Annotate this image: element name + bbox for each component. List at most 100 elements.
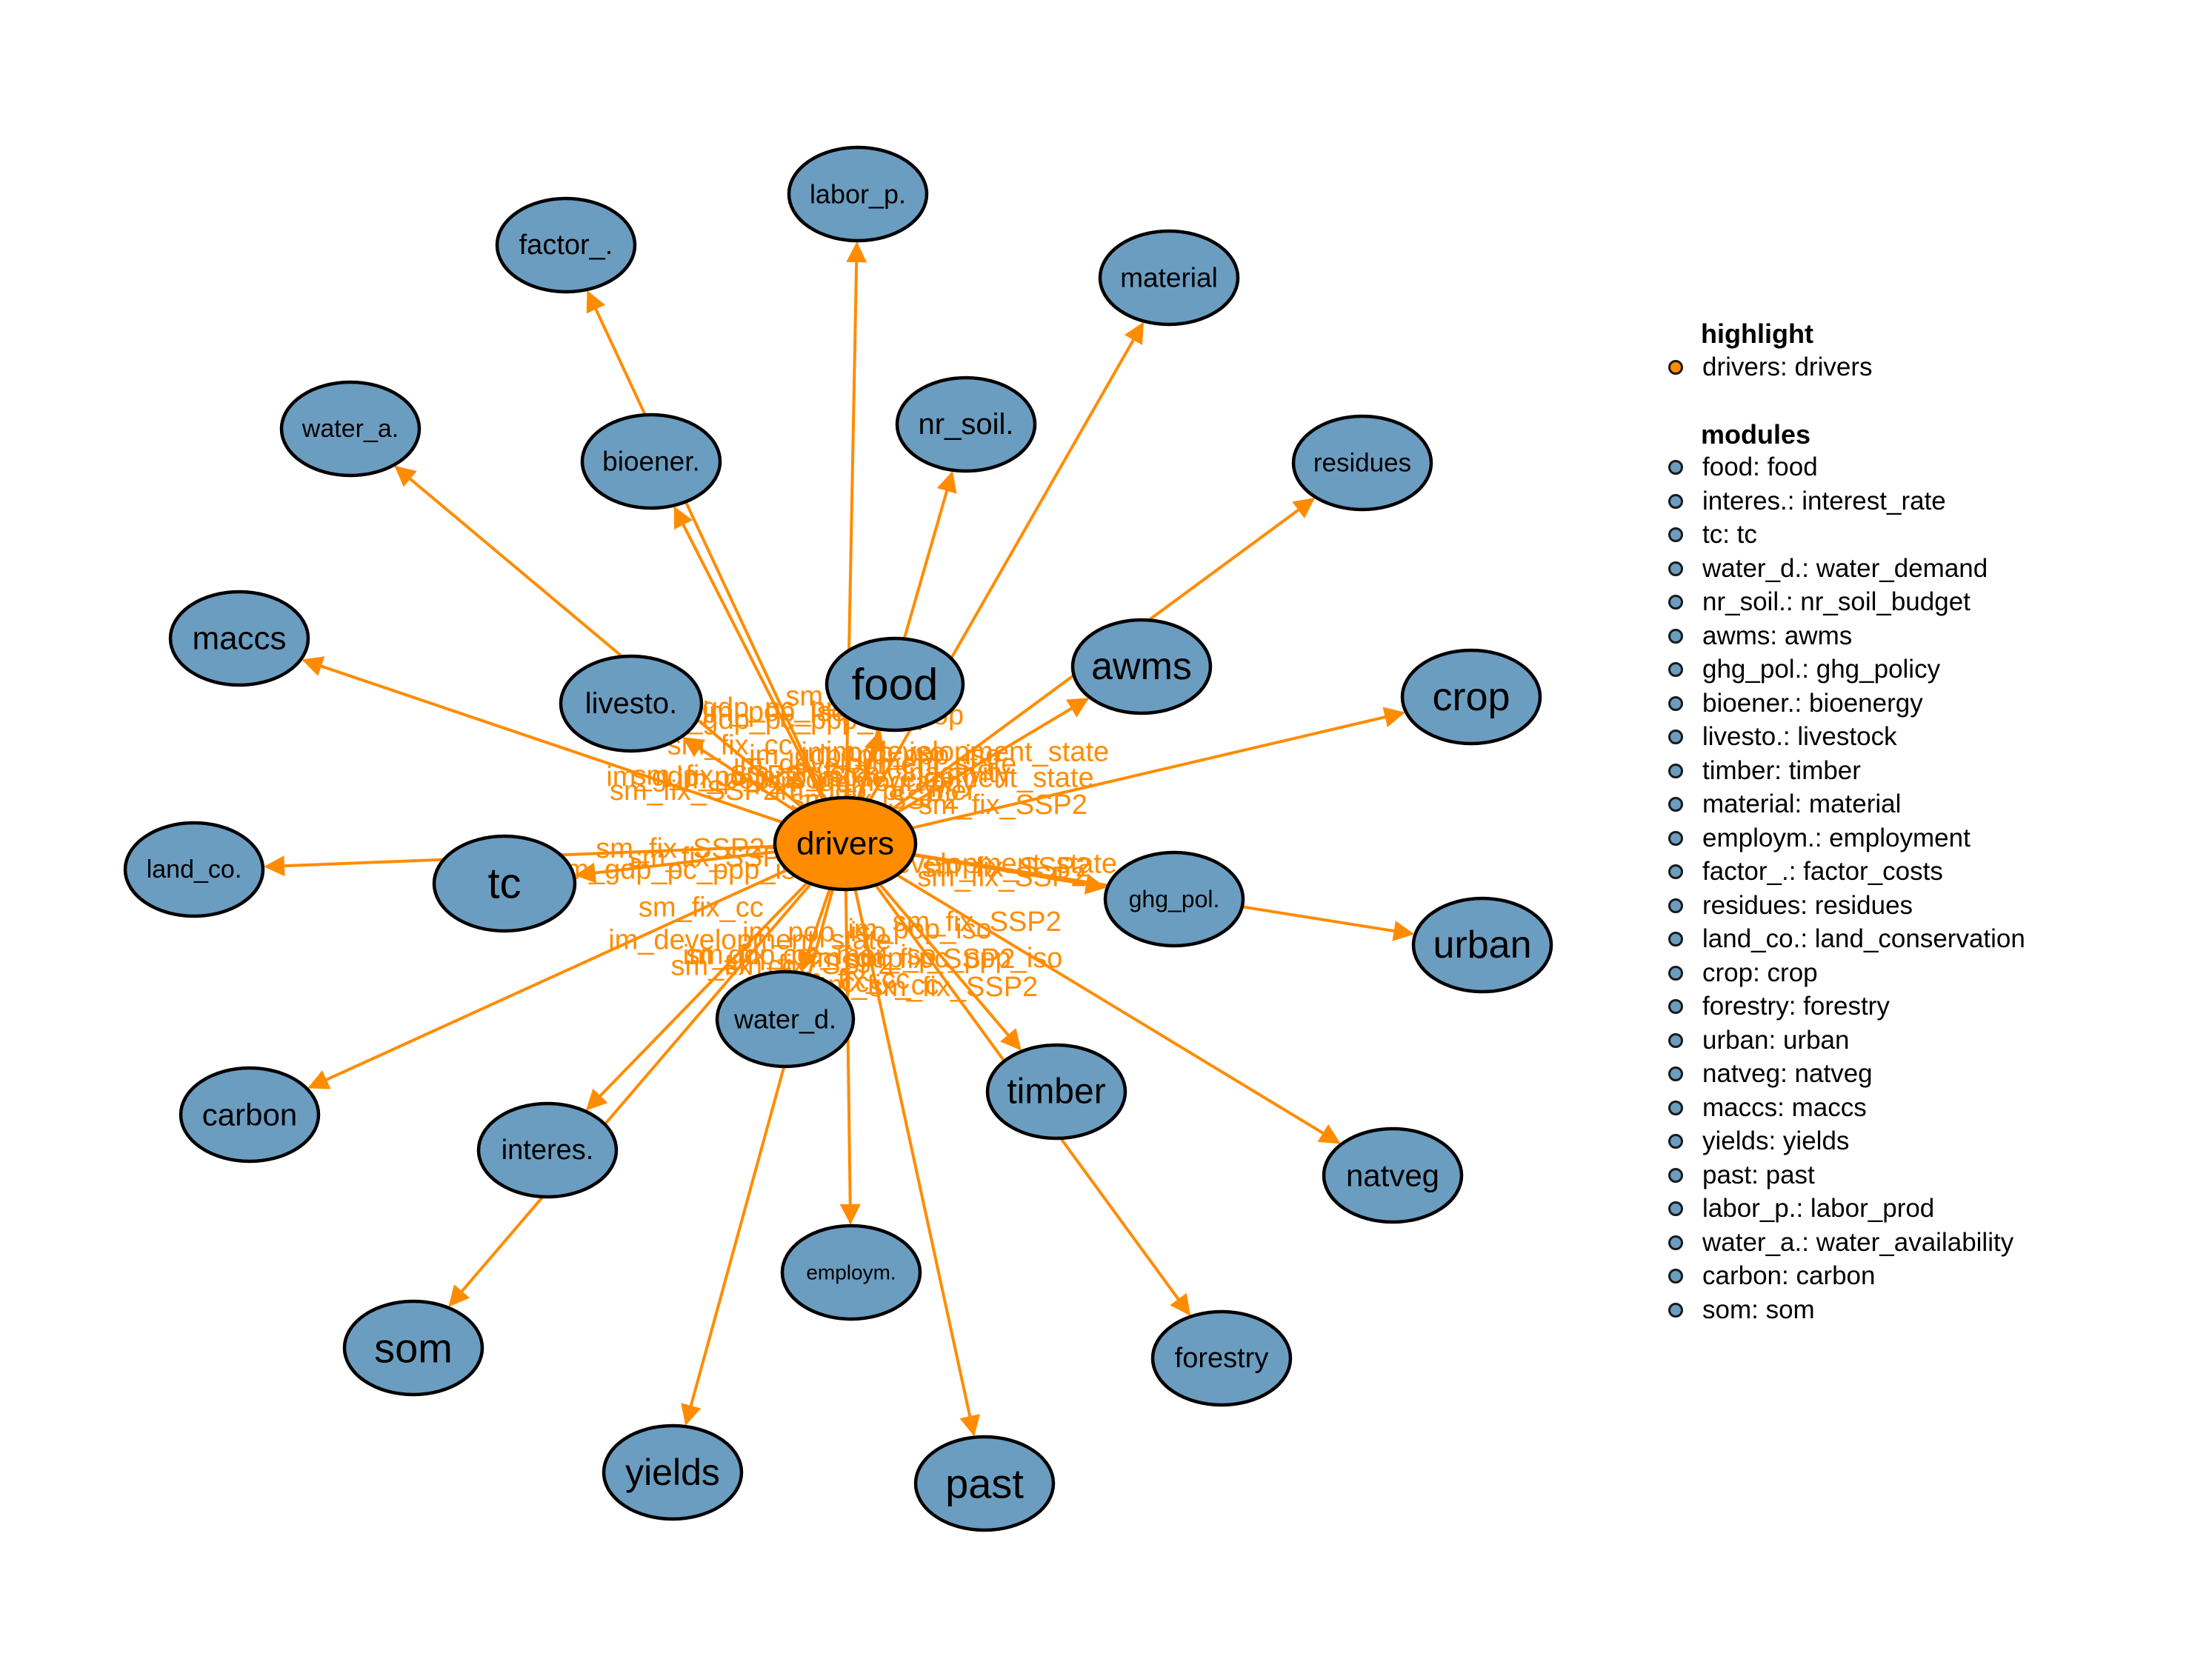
legend-item-label: awms: awms bbox=[1702, 621, 1853, 650]
node-timber[interactable]: timber bbox=[985, 1043, 1127, 1141]
node-residues[interactable]: residues bbox=[1291, 414, 1433, 512]
legend-item: forestry: forestry bbox=[1659, 990, 2178, 1024]
legend-item-label: bioener.: bioenergy bbox=[1702, 688, 1923, 718]
legend-item: tc: tc bbox=[1659, 518, 2178, 553]
node-label: yields bbox=[625, 1452, 720, 1493]
legend-item: past: past bbox=[1659, 1158, 2178, 1192]
node-water-d[interactable]: water_d. bbox=[715, 969, 856, 1069]
legend-dot-icon bbox=[1668, 1201, 1683, 1217]
legend-dot-icon bbox=[1668, 763, 1683, 778]
legend-item-label: urban: urban bbox=[1702, 1025, 1850, 1055]
legend-item: timber: timber bbox=[1659, 754, 2178, 788]
legend-item-label: land_co.: land_conservation bbox=[1702, 924, 2025, 954]
legend-dot-icon bbox=[1668, 561, 1683, 576]
legend-item: yields: yields bbox=[1659, 1125, 2178, 1159]
node-past[interactable]: past bbox=[913, 1435, 1056, 1532]
node-yields[interactable]: yields bbox=[602, 1423, 744, 1521]
legend-dot-icon bbox=[1668, 695, 1683, 711]
legend-dot-icon bbox=[1668, 662, 1683, 678]
node-label: forestry bbox=[1175, 1343, 1269, 1374]
legend-dot-icon bbox=[1668, 730, 1683, 745]
node-label: residues bbox=[1313, 449, 1411, 478]
legend-item-label: employm.: employment bbox=[1702, 823, 1971, 852]
node-label: awms bbox=[1091, 645, 1192, 688]
node-livesto[interactable]: livesto. bbox=[559, 654, 704, 753]
legend-item-label: yields: yields bbox=[1702, 1126, 1850, 1156]
node-nr-soil[interactable]: nr_soil. bbox=[895, 375, 1037, 473]
legend-section-title: highlight bbox=[1701, 318, 1813, 349]
legend-item-label: crop: crop bbox=[1702, 958, 1818, 987]
edge-label: im_development_state bbox=[826, 737, 1109, 768]
node-label: employm. bbox=[806, 1261, 896, 1284]
node-label: labor_p. bbox=[810, 179, 906, 210]
edge-label: sm_fix_SSP2 bbox=[893, 907, 1062, 938]
legend-dot-icon bbox=[1668, 1302, 1683, 1318]
node-maccs[interactable]: maccs bbox=[168, 590, 310, 687]
node-label: som bbox=[374, 1325, 453, 1372]
node-som[interactable]: som bbox=[342, 1299, 484, 1397]
legend-dot-icon bbox=[1668, 965, 1683, 981]
legend-item: crop: crop bbox=[1659, 956, 2178, 990]
node-label: urban bbox=[1433, 924, 1532, 967]
legend-item: livesto.: livestock bbox=[1659, 721, 2178, 755]
edge-label: sm_fix_SSP2 bbox=[596, 833, 764, 864]
node-carbon[interactable]: carbon bbox=[179, 1066, 321, 1164]
node-forestry[interactable]: forestry bbox=[1150, 1309, 1293, 1407]
legend-item: factor_.: factor_costs bbox=[1659, 855, 2178, 889]
legend-dot-icon bbox=[1668, 1032, 1683, 1048]
legend-dot-icon bbox=[1668, 1066, 1683, 1082]
legend-item: carbon: carbon bbox=[1659, 1260, 2178, 1294]
legend-item-label: labor_p.: labor_prod bbox=[1702, 1194, 1935, 1224]
node-employm[interactable]: employm. bbox=[780, 1224, 922, 1321]
legend-dot-icon bbox=[1668, 628, 1683, 644]
node-label: livesto. bbox=[585, 687, 678, 720]
legend-dot-icon bbox=[1668, 1134, 1683, 1149]
node-label: water_a. bbox=[302, 415, 399, 443]
node-label: carbon bbox=[202, 1098, 297, 1132]
node-natveg[interactable]: natveg bbox=[1322, 1126, 1464, 1224]
legend-dot-icon bbox=[1668, 527, 1683, 543]
legend-item-label: nr_soil.: nr_soil_budget bbox=[1702, 587, 1971, 617]
node-label: interes. bbox=[502, 1135, 594, 1166]
node-label: food bbox=[852, 660, 939, 710]
node-land-co[interactable]: land_co. bbox=[123, 821, 265, 918]
node-factor[interactable]: factor_. bbox=[495, 196, 637, 294]
legend-spacer bbox=[1659, 384, 2178, 418]
node-food[interactable]: food bbox=[824, 636, 965, 732]
legend-dot-icon bbox=[1668, 493, 1683, 509]
legend-dot-icon bbox=[1668, 864, 1683, 880]
node-label: water_d. bbox=[733, 1004, 836, 1035]
legend-item: bioener.: bioenergy bbox=[1659, 687, 2178, 721]
node-label: land_co. bbox=[147, 855, 242, 884]
node-awms[interactable]: awms bbox=[1070, 618, 1213, 715]
node-label: past bbox=[945, 1461, 1024, 1507]
legend-dot-icon bbox=[1668, 932, 1683, 947]
legend-item-label: food: food bbox=[1702, 453, 1818, 482]
legend-item-label: drivers: drivers bbox=[1702, 352, 1873, 381]
node-bioener[interactable]: bioener. bbox=[580, 413, 722, 510]
node-ghg-pol[interactable]: ghg_pol. bbox=[1103, 850, 1245, 948]
legend-dot-icon bbox=[1668, 1167, 1683, 1183]
node-tc[interactable]: tc bbox=[432, 834, 577, 933]
legend-item-label: factor_.: factor_costs bbox=[1702, 857, 1943, 887]
legend-dot-icon bbox=[1668, 359, 1683, 375]
legend-item-label: material: material bbox=[1702, 790, 1902, 819]
legend-item: material: material bbox=[1659, 788, 2178, 822]
node-drivers[interactable]: drivers bbox=[773, 795, 918, 892]
legend-dot-icon bbox=[1668, 830, 1683, 846]
node-urban[interactable]: urban bbox=[1411, 896, 1553, 994]
legend-item-label: som: som bbox=[1702, 1295, 1815, 1324]
legend-item: water_d.: water_demand bbox=[1659, 552, 2178, 586]
legend-dot-icon bbox=[1668, 1269, 1683, 1284]
legend-dot-icon bbox=[1668, 1100, 1683, 1115]
node-interes[interactable]: interes. bbox=[476, 1101, 619, 1199]
node-crop[interactable]: crop bbox=[1400, 648, 1542, 746]
node-label: drivers bbox=[796, 826, 894, 862]
node-labor-p[interactable]: labor_p. bbox=[787, 145, 929, 243]
edge-label: sm_fix_cc bbox=[639, 892, 764, 924]
legend-item-label: residues: residues bbox=[1702, 890, 1913, 920]
legend-item-label: forestry: forestry bbox=[1702, 992, 1890, 1021]
node-water-a[interactable]: water_a. bbox=[279, 380, 422, 478]
node-material[interactable]: material bbox=[1098, 229, 1240, 327]
legend-item: drivers: drivers bbox=[1659, 350, 2178, 384]
